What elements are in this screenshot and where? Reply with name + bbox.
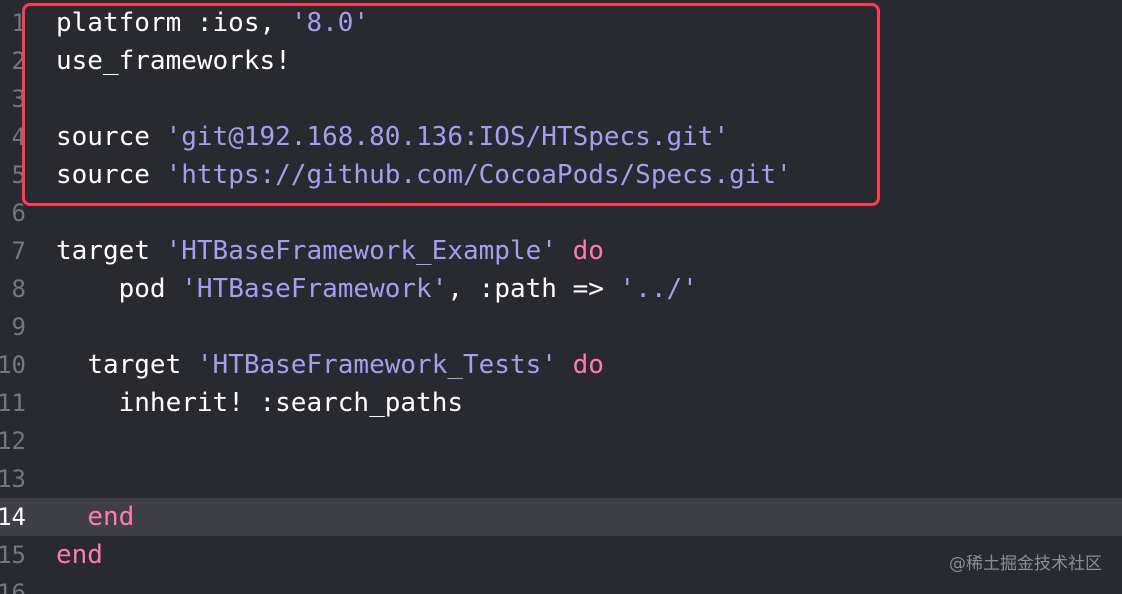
line-number: 11 [0, 389, 26, 417]
keyword-token: end [56, 540, 103, 570]
code-line[interactable]: 13 [0, 460, 1122, 498]
code-line[interactable]: 4 source 'git@192.168.80.136:IOS/HTSpecs.… [0, 118, 1122, 156]
line-number: 9 [11, 313, 26, 341]
code-line[interactable]: 7 target 'HTBaseFramework_Example' do [0, 232, 1122, 270]
line-number: 12 [0, 427, 26, 455]
line-number: 6 [11, 199, 26, 227]
code-line[interactable]: 8 pod 'HTBaseFramework', :path => '../' [0, 270, 1122, 308]
code-line[interactable]: 9 [0, 308, 1122, 346]
string-token: '8.0' [290, 8, 370, 38]
line-number: 2 [11, 47, 26, 75]
code-line[interactable]: 11 inherit! :search_paths [0, 384, 1122, 422]
line-number: 13 [0, 465, 26, 493]
code-line[interactable]: 6 [0, 194, 1122, 232]
line-number: 8 [11, 275, 26, 303]
line-code: inherit! :search_paths [56, 384, 463, 422]
code-line[interactable]: 12 [0, 422, 1122, 460]
code-token: source [56, 160, 166, 190]
line-code: platform :ios, '8.0' [56, 4, 369, 42]
string-token: 'HTBaseFramework' [181, 274, 448, 304]
code-line[interactable]: 16 [0, 574, 1122, 594]
code-line[interactable]: 10 target 'HTBaseFramework_Tests' do [0, 346, 1122, 384]
line-code: target 'HTBaseFramework_Example' do [56, 232, 604, 270]
string-token: '../' [619, 274, 698, 304]
string-token: 'git@192.168.80.136:IOS/HTSpecs.git' [165, 122, 730, 152]
code-editor[interactable]: 1 platform :ios, '8.0' 2 use_frameworks! 3 4 s… [0, 0, 1122, 594]
line-number: 10 [0, 351, 26, 379]
code-token: target [87, 350, 197, 380]
code-line[interactable]: 3 [0, 80, 1122, 118]
string-token: 'HTBaseFramework_Example' [165, 236, 557, 266]
code-token: use_frameworks! [56, 46, 291, 76]
line-number: 16 [0, 579, 26, 594]
string-token: 'HTBaseFramework_Tests' [196, 350, 557, 380]
code-token: inherit! :search_paths [118, 388, 463, 418]
line-code: source 'git@192.168.80.136:IOS/HTSpecs.g… [56, 118, 729, 156]
code-lines[interactable]: 1 platform :ios, '8.0' 2 use_frameworks! 3 4 s… [0, 4, 1122, 594]
code-token: pod [118, 274, 182, 304]
string-token: 'https://github.com/CocoaPods/Specs.git' [165, 160, 792, 190]
code-token: target [56, 236, 166, 266]
line-code: end [56, 536, 103, 574]
line-code: use_frameworks! [56, 42, 291, 80]
line-number: 5 [11, 161, 26, 189]
code-line[interactable]: 14 end [0, 498, 1122, 536]
line-code: source 'https://github.com/CocoaPods/Spe… [56, 156, 792, 194]
line-number: 3 [11, 85, 26, 113]
keyword-token: end [87, 502, 135, 532]
watermark: @稀土掘金技术社区 [949, 554, 1102, 574]
line-number: 15 [0, 541, 26, 569]
line-number: 7 [11, 237, 26, 265]
code-token: platform :ios, [56, 8, 291, 38]
line-number: 14 [0, 503, 26, 531]
line-code: target 'HTBaseFramework_Tests' do [56, 346, 604, 384]
code-line[interactable]: 5 source 'https://github.com/CocoaPods/Sp… [0, 156, 1122, 194]
keyword-token: do [572, 350, 604, 380]
line-number: 1 [11, 9, 26, 37]
line-code: pod 'HTBaseFramework', :path => '../' [56, 270, 698, 308]
code-token: , :path => [447, 274, 620, 304]
code-line[interactable]: 2 use_frameworks! [0, 42, 1122, 80]
keyword-token: do [572, 236, 604, 266]
code-line[interactable]: 1 platform :ios, '8.0' [0, 4, 1122, 42]
line-number: 4 [11, 123, 26, 151]
code-token: source [56, 122, 166, 152]
line-code: end [56, 498, 134, 536]
